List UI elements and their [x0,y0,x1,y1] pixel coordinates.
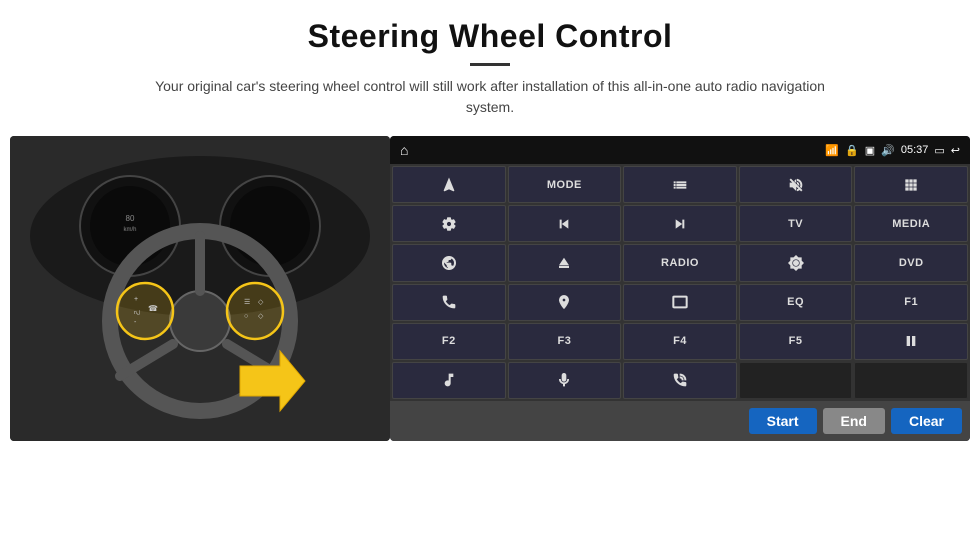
status-right: 📶 🔒 ▣ 🔊 05:37 ▭ ↩ [825,144,960,157]
btn-brightness[interactable] [739,244,853,281]
svg-text:◇: ◇ [258,299,264,306]
btn-empty1 [739,362,853,399]
title-divider [470,63,510,66]
svg-text:80: 80 [126,214,135,223]
btn-mode[interactable]: MODE [508,166,622,203]
btn-mic[interactable] [508,362,622,399]
btn-playpause[interactable] [854,323,968,360]
btn-call[interactable] [623,362,737,399]
end-button[interactable]: End [823,408,885,434]
control-panel: ⌂ 📶 🔒 ▣ 🔊 05:37 ▭ ↩ MODE [390,136,970,441]
btn-f1[interactable]: F1 [854,284,968,321]
sim-icon: ▣ [865,144,875,157]
btn-prev[interactable] [508,205,622,242]
btn-eject[interactable] [508,244,622,281]
btn-f4[interactable]: F4 [623,323,737,360]
screen-icon: ▭ [934,144,944,157]
btn-dvd[interactable]: DVD [854,244,968,281]
bottom-bar: Start End Clear [390,401,970,441]
back-icon: ↩ [951,144,960,157]
svg-text:nل: nل [134,310,141,316]
content-area: 80 km/h + nل - ☎ [10,136,970,441]
bt-icon: 🔊 [881,144,895,157]
btn-list[interactable] [623,166,737,203]
svg-text:◇: ◇ [258,313,264,320]
btn-empty2 [854,362,968,399]
btn-radio[interactable]: RADIO [623,244,737,281]
btn-settings[interactable] [392,205,506,242]
svg-text:+: + [134,296,138,303]
btn-mute[interactable] [739,166,853,203]
steering-wheel-image: 80 km/h + nل - ☎ [10,136,390,441]
btn-next[interactable] [623,205,737,242]
page-title: Steering Wheel Control [0,18,980,55]
status-bar: ⌂ 📶 🔒 ▣ 🔊 05:37 ▭ ↩ [390,136,970,164]
btn-tv[interactable]: TV [739,205,853,242]
btn-phone[interactable] [392,284,506,321]
btn-eq[interactable]: EQ [739,284,853,321]
btn-media[interactable]: MEDIA [854,205,968,242]
wifi-icon: 📶 [825,144,839,157]
page-subtitle: Your original car's steering wheel contr… [140,76,840,118]
lock-icon: 🔒 [845,144,859,157]
btn-navi[interactable] [508,284,622,321]
btn-screen[interactable] [623,284,737,321]
btn-cam360[interactable] [392,244,506,281]
btn-f5[interactable]: F5 [739,323,853,360]
time-display: 05:37 [901,144,929,156]
btn-nav[interactable] [392,166,506,203]
page-header: Steering Wheel Control Your original car… [0,0,980,126]
svg-text:☎: ☎ [148,304,158,313]
svg-text:☰: ☰ [244,299,250,306]
start-button[interactable]: Start [749,408,817,434]
svg-text:○: ○ [244,313,248,320]
btn-f3[interactable]: F3 [508,323,622,360]
btn-apps[interactable] [854,166,968,203]
page: Steering Wheel Control Your original car… [0,0,980,544]
button-grid: MODE TV [390,164,970,401]
clear-button[interactable]: Clear [891,408,962,434]
btn-f2[interactable]: F2 [392,323,506,360]
home-icon: ⌂ [400,142,408,158]
svg-text:km/h: km/h [123,227,136,233]
btn-music[interactable] [392,362,506,399]
